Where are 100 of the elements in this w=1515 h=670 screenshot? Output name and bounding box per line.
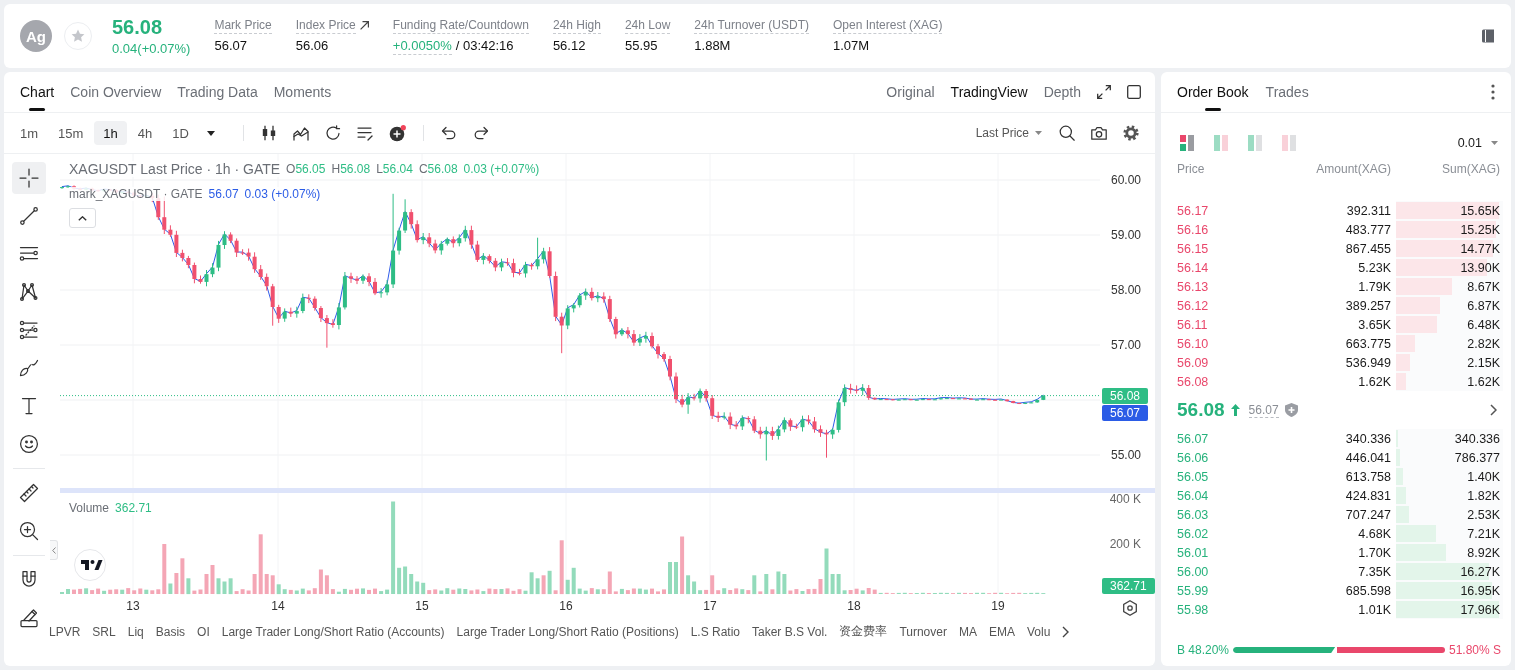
collapse-button[interactable] (50, 540, 58, 560)
interval-button[interactable]: 4h (128, 121, 162, 145)
indicator-tab[interactable]: Volu (1027, 624, 1051, 639)
chevron-right-icon[interactable] (1490, 404, 1497, 416)
interval-button[interactable]: 1D (163, 121, 198, 145)
book-layout-icon[interactable] (1180, 135, 1194, 151)
order-sum: 16.27K (1460, 564, 1501, 579)
stat-value: 56.12 (552, 37, 586, 54)
bid-price: 56.00 (1177, 564, 1209, 579)
settings-icon[interactable] (1123, 125, 1139, 141)
price-axis-label: 59.00 (1110, 228, 1141, 242)
time-axis-label: 14 (271, 599, 285, 613)
redo-icon[interactable] (472, 126, 489, 140)
time-axis-label: 19 (991, 599, 1005, 613)
order-book-tab[interactable]: Order Book (1177, 72, 1249, 112)
caret-down-icon (1035, 131, 1042, 135)
view-option[interactable]: Depth (1043, 84, 1081, 100)
precision-dropdown[interactable]: 0.01 (1457, 136, 1498, 150)
camera-icon[interactable] (1091, 126, 1107, 140)
indicator-tab[interactable]: LPVR (49, 624, 81, 639)
trend-line-icon (19, 206, 39, 226)
pattern-icon (19, 282, 39, 302)
indicator-tab[interactable]: Basis (155, 624, 186, 639)
order-sum: 17.96K (1460, 602, 1501, 617)
candlestick-icon[interactable] (260, 125, 277, 141)
line-chart-icon[interactable] (292, 125, 309, 141)
indicator-tab[interactable]: L.S Ratio (690, 624, 740, 639)
expand-icon[interactable] (1097, 85, 1111, 99)
indicator-tab[interactable]: OI (197, 624, 210, 639)
price-source-dropdown[interactable]: Last Price (975, 126, 1042, 140)
list-icon[interactable] (356, 125, 373, 141)
time-axis-label: 15 (415, 599, 429, 613)
stat-value: 1.88M (694, 37, 731, 54)
undo-icon[interactable] (440, 126, 457, 140)
brush-icon (19, 358, 39, 378)
bid-price: 56.06 (1177, 450, 1209, 465)
order-amount: 1.70K (1358, 545, 1391, 560)
shield-plus-icon[interactable] (1284, 403, 1298, 417)
last-price: 56.08 (112, 15, 164, 39)
price-axis-label: 57.00 (1110, 338, 1141, 352)
ohlc-value: H56.08 (331, 162, 371, 176)
indicator-tab[interactable]: Liq (127, 624, 144, 639)
order-sum: 8.92K (1467, 545, 1501, 560)
external-link-icon[interactable] (359, 21, 369, 30)
chart-tab[interactable]: Coin Overview (70, 72, 162, 112)
chart-tab[interactable]: Chart (20, 72, 55, 112)
order-book-tab[interactable]: Trades (1265, 72, 1309, 112)
bid-price: 56.02 (1177, 526, 1209, 541)
indicator-tab[interactable]: EMA (988, 624, 1015, 639)
interval-button[interactable]: 1m (11, 121, 48, 145)
order-sum: 13.90K (1460, 260, 1501, 275)
chevron-right-icon[interactable] (1062, 625, 1070, 638)
settings-icon[interactable] (1122, 600, 1138, 616)
circular-arrow-icon[interactable] (324, 125, 341, 141)
pencil-lock-icon (19, 608, 39, 628)
square-icon[interactable] (1127, 85, 1141, 99)
order-sum: 2.82K (1467, 336, 1501, 351)
text-tool-icon (19, 396, 39, 416)
caret-up-icon (78, 215, 87, 221)
magnet-icon (19, 570, 39, 590)
indicator-tab[interactable]: Turnover (899, 624, 947, 639)
order-amount: 1.01K (1358, 602, 1391, 617)
book-icon[interactable] (1481, 29, 1495, 43)
order-sum: 2.15K (1467, 355, 1501, 370)
interval-button[interactable]: 1h (94, 121, 127, 145)
ohlc-value: O56.05 (286, 162, 326, 176)
order-amount: 613.758 (1345, 469, 1391, 484)
indicator-tab[interactable]: MA (958, 624, 977, 639)
order-amount: 663.775 (1345, 336, 1391, 351)
indicator-tab[interactable]: Taker B.S Vol. (752, 624, 828, 639)
ask-price: 56.13 (1177, 279, 1209, 294)
order-sum: 7.21K (1467, 526, 1501, 541)
chart-title: XAGUSDT Last Price · 1h · GATE (69, 161, 281, 177)
view-option[interactable]: Original (886, 84, 935, 100)
chart-tab[interactable]: Trading Data (177, 72, 258, 112)
indicator-tab[interactable]: Large Trader Long/Short Ratio (Positions) (456, 624, 679, 639)
chart-tab[interactable]: Moments (273, 72, 332, 112)
interval-button[interactable]: 15m (49, 121, 93, 145)
mark-price-tag: 56.07 (1102, 405, 1149, 421)
add-circle-icon[interactable] (388, 124, 406, 142)
logo-icon[interactable] (74, 549, 106, 581)
zoom-in-icon (19, 521, 39, 541)
time-axis-label: 17 (703, 599, 717, 613)
ohlc-value: C56.08 (418, 162, 458, 176)
volume-value: 362.71 (115, 501, 152, 515)
view-option[interactable]: TradingView (950, 84, 1028, 100)
more-icon[interactable] (1491, 84, 1495, 100)
order-sum: 1.62K (1467, 374, 1501, 389)
ask-price: 56.16 (1177, 222, 1209, 237)
order-sum: 1.40K (1467, 469, 1501, 484)
order-amount: 4.68K (1358, 526, 1391, 541)
caret-down-icon (1491, 141, 1498, 145)
indicator-tab[interactable]: 资金费率 (839, 623, 888, 640)
collapse-legend-button[interactable] (69, 208, 96, 228)
volume-axis-label: 400 K (1109, 492, 1141, 506)
indicator-tab[interactable]: Large Trader Long/Short Ratio (Accounts) (221, 624, 445, 639)
caret-down-icon[interactable] (206, 130, 215, 136)
bid-price: 55.99 (1177, 583, 1209, 598)
search-icon[interactable] (1059, 125, 1075, 141)
indicator-tab[interactable]: SRL (92, 624, 116, 639)
